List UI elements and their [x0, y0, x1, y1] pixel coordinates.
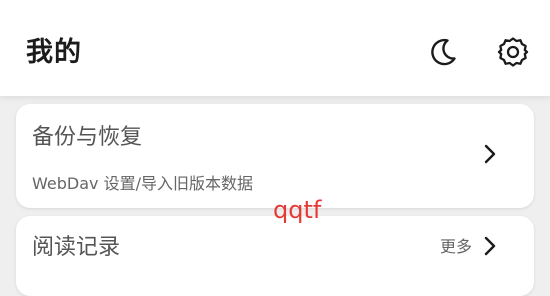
app-header: 我的 — [0, 0, 550, 96]
chevron-right-icon — [484, 144, 496, 164]
settings-button[interactable] — [495, 34, 531, 70]
reading-history-card[interactable]: 阅读记录 更多 — [16, 216, 534, 296]
moon-icon — [431, 38, 456, 66]
backup-restore-subtitle: WebDav 设置/导入旧版本数据 — [32, 174, 253, 193]
content-area: 备份与恢复 WebDav 设置/导入旧版本数据 阅读记录 更多 — [0, 96, 550, 296]
page-title: 我的 — [26, 37, 82, 68]
reading-history-title: 阅读记录 — [32, 235, 121, 260]
watermark-text: qqtf — [273, 196, 322, 224]
gear-icon — [497, 37, 529, 67]
more-link[interactable]: 更多 — [440, 236, 472, 258]
backup-restore-card[interactable]: 备份与恢复 WebDav 设置/导入旧版本数据 — [16, 104, 534, 208]
chevron-right-icon — [484, 236, 496, 256]
night-mode-button[interactable] — [425, 34, 461, 70]
backup-restore-title: 备份与恢复 — [32, 125, 143, 150]
